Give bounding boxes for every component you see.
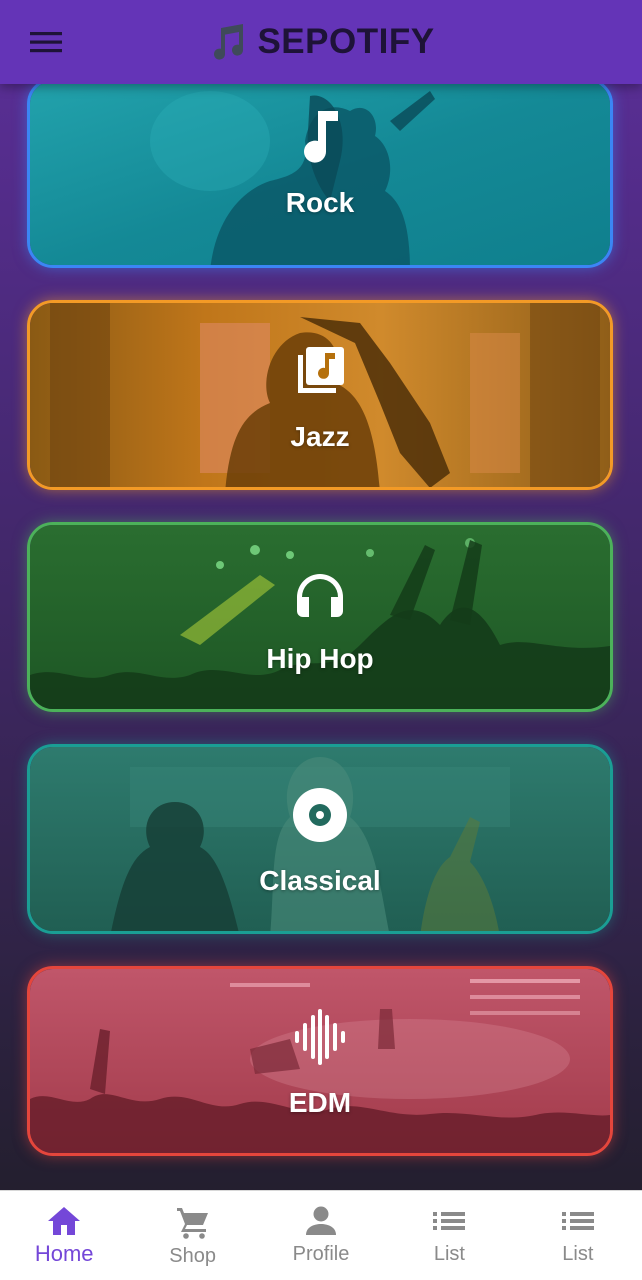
genre-label: Rock [285,187,355,218]
genre-label: EDM [288,1087,352,1118]
home-icon [48,1207,81,1235]
list-icon [433,1212,466,1230]
genre-label: Hip Hop [266,643,374,674]
app-title: SEPOTIFY [257,22,435,61]
app-bar: SEPOTIFY [0,0,642,84]
nav-label: List [562,1243,594,1265]
genre-label: Classical [259,865,381,896]
nav-item-list-2[interactable]: List [514,1191,642,1280]
album-disc-icon [293,788,347,842]
nav-item-shop[interactable]: Shop [128,1191,256,1280]
person-icon [306,1206,337,1235]
genre-card-classical[interactable]: Classical [27,744,613,934]
genre-card-rock[interactable]: Rock [27,84,613,268]
nav-label: Profile [292,1243,350,1265]
genre-card-list[interactable]: Rock Jazz Hip Hop Classical EDM [0,84,642,1190]
genre-card-jazz[interactable]: Jazz [27,300,613,490]
list-icon [561,1212,594,1230]
genre-card-edm[interactable]: EDM [27,966,613,1156]
app-title-group: SEPOTIFY [0,0,642,84]
nav-item-list[interactable]: List [385,1191,513,1280]
shopping-cart-icon [176,1208,208,1239]
headphones-icon [297,574,343,617]
genre-label: Jazz [290,421,350,452]
bottom-navigation-bar: Home Shop Profile List List [0,1190,642,1280]
nav-label: Home [34,1241,94,1266]
nav-label: List [433,1243,465,1265]
nav-item-profile[interactable]: Profile [257,1191,385,1280]
library-music-icon [298,347,344,393]
nav-item-home[interactable]: Home [0,1191,128,1280]
music-note-icon [304,111,338,163]
genre-card-hip-hop[interactable]: Hip Hop [27,522,613,712]
music-note-icon [214,24,244,60]
nav-label: Shop [169,1245,216,1267]
graphic-eq-icon [295,1009,345,1065]
